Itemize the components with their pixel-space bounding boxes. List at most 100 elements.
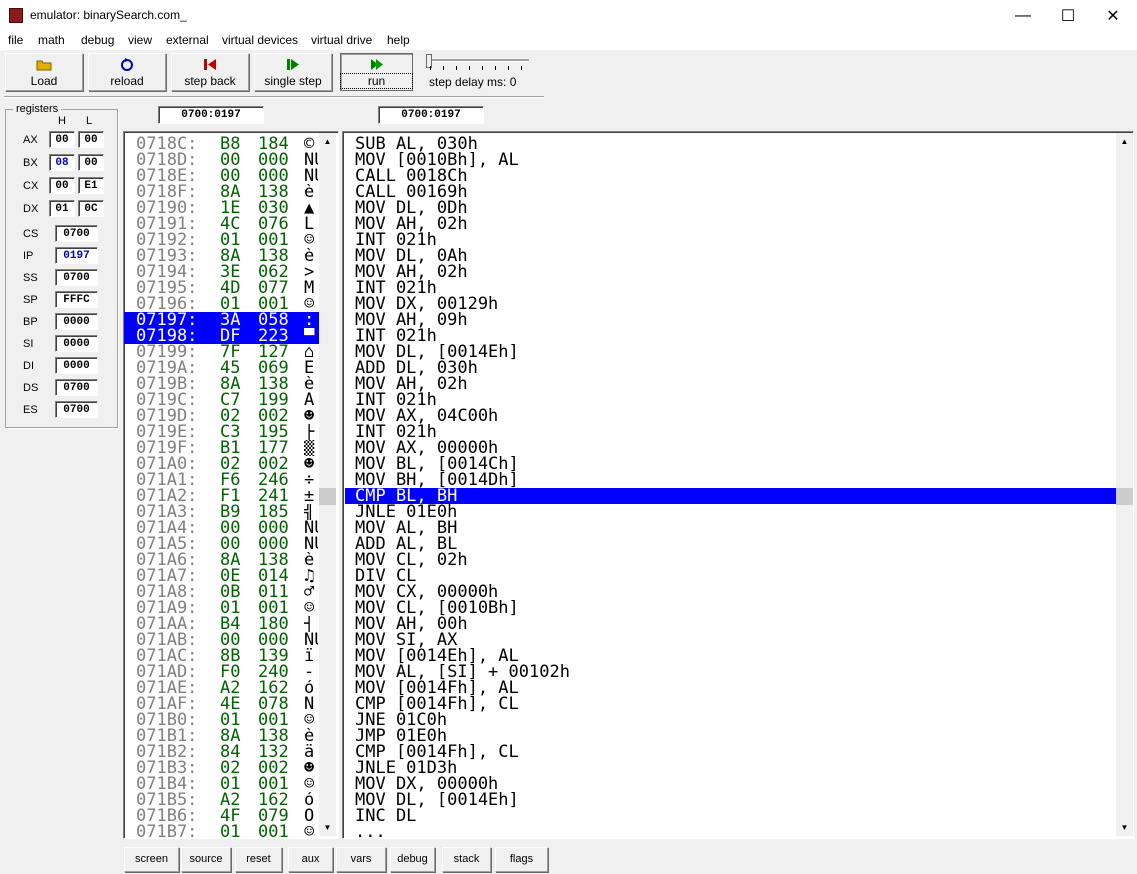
memory-scrollbar[interactable]: ▲ ▼ [319,133,336,836]
menu-virtual-devices[interactable]: virtual devices [222,33,298,47]
memory-char: E [304,360,315,376]
vars-button[interactable]: vars [336,847,386,872]
scroll-up-icon[interactable]: ▲ [1116,133,1133,150]
disassembly-row[interactable]: MOV AL, BH [345,520,1117,537]
scroll-down-icon[interactable]: ▼ [1116,819,1133,836]
memory-char: NU [304,536,318,552]
memory-row[interactable]: 071B7: 01 001 ☺ [124,824,319,839]
scroll-down-icon[interactable]: ▼ [319,819,336,836]
flags-button[interactable]: flags [495,847,548,872]
register-bx-low[interactable]: 00 [78,154,104,171]
memory-char: M [304,280,315,296]
register-es-value[interactable]: 0700 [55,401,98,418]
register-ds-label: DS [23,382,39,394]
register-bp-value[interactable]: 0000 [55,313,98,330]
memory-char: ▒ [304,440,315,456]
minimize-button[interactable]: — [1000,0,1046,31]
disassembly-row[interactable]: CMP [0014Fh], CL [345,744,1117,761]
toolbar-separator [4,96,544,98]
register-di-label: DI [23,360,34,372]
disassembly-row[interactable]: CMP BL, BH [345,488,1117,505]
register-cs-value[interactable]: 0700 [55,225,98,242]
close-button[interactable]: ✕ [1090,0,1136,31]
step-delay-slider[interactable] [429,59,529,62]
load-button[interactable]: Load [5,53,83,91]
register-ds-value[interactable]: 0700 [55,379,98,396]
register-sp-value[interactable]: FFFC [55,291,98,308]
source-button[interactable]: source [181,847,231,872]
memory-char: ÷ [304,472,315,488]
memory-char: ☻ [304,408,315,424]
memory-scrollbar-thumb[interactable] [319,488,336,505]
screen-button[interactable]: screen [124,847,179,872]
scroll-up-icon[interactable]: ▲ [319,133,336,150]
disassembly-row[interactable]: INC DL [345,808,1117,825]
menu-view[interactable]: view [128,33,152,47]
disassembly-row[interactable]: MOV BH, [0014Dh] [345,472,1117,489]
reset-button[interactable]: reset [235,847,282,872]
run-button[interactable]: run [340,53,413,91]
disassembly-listing[interactable]: SUB AL, 030h MOV [0010Bh], AL CALL 0018Ch C… [342,131,1134,839]
maximize-button[interactable]: ☐ [1045,0,1091,31]
disassembly-row[interactable]: CMP [0014Fh], CL [345,696,1117,713]
register-si-value[interactable]: 0000 [55,335,98,352]
slider-tick [443,66,444,70]
memory-char: ☺ [304,600,315,616]
memory-decimal: 001 [258,822,289,839]
aux-button[interactable]: aux [288,847,333,872]
register-cx-low[interactable]: E1 [78,177,104,194]
register-dx-low[interactable]: 0C [78,200,104,217]
disassembly-row[interactable]: MOV CL, 02h [345,552,1117,569]
memory-char: NU [304,520,318,536]
single-step-button[interactable]: single step [254,53,332,91]
memory-address: 071B7: [136,822,198,839]
disassembly-row[interactable]: MOV AX, 04C00h [345,408,1117,425]
register-dx-high[interactable]: 01 [49,200,75,217]
step-delay-slider-thumb[interactable] [426,54,432,68]
register-ax-low[interactable]: 00 [78,131,104,148]
menu-external[interactable]: external [166,33,209,47]
menu-debug[interactable]: debug [81,33,114,47]
memory-char: O [304,808,315,824]
folder-open-icon [6,58,82,71]
step-delay-label: step delay ms: 0 [429,75,517,89]
stack-button[interactable]: stack [442,847,491,872]
disassembly-address-field[interactable]: 0700:0197 [378,106,484,124]
menu-math[interactable]: math [38,33,65,47]
memory-char: ▀ [304,328,315,344]
menu-virtual-drive[interactable]: virtual drive [311,33,372,47]
register-di-value[interactable]: 0000 [55,357,98,374]
disassembly-row[interactable]: MOV AH, 02h [345,216,1117,233]
menu-help[interactable]: help [387,33,410,47]
register-bx-high[interactable]: 08 [49,154,75,171]
register-cx-high[interactable]: 00 [49,177,75,194]
register-ax-high[interactable]: 00 [49,131,75,148]
disassembly-row[interactable]: JNE 01C0h [345,712,1117,729]
disassembly-scrollbar[interactable]: ▲ ▼ [1116,133,1133,836]
disassembly-row[interactable]: MOV AH, 00h [345,616,1117,633]
reload-button[interactable]: reload [88,53,166,91]
disassembly-row[interactable]: JNLE 01E0h [345,504,1117,521]
memory-listing[interactable]: 0718C:B8184©0718D:00000NU0718E:00000NU07… [123,131,339,839]
run-icon [341,58,412,71]
register-ip-value[interactable]: 0197 [55,247,98,264]
low-byte-header: L [86,115,93,127]
disassembly-row[interactable]: ... [345,824,1117,839]
disassembly-row[interactable]: MOV AH, 02h [345,264,1117,281]
register-cx-label: CX [23,180,39,192]
menu-file[interactable]: file [8,33,23,47]
step-back-button[interactable]: step back [171,53,249,91]
slider-tick [508,66,509,70]
disassembly-row[interactable]: MOV DL, [0014Eh] [345,792,1117,809]
register-bp-label: BP [23,316,38,328]
register-ss-value[interactable]: 0700 [55,269,98,286]
memory-char: ó [304,792,315,808]
memory-address-field[interactable]: 0700:0197 [158,106,264,124]
slider-tick [495,66,496,70]
memory-char: : [304,312,315,328]
disassembly-row[interactable]: MOV AH, 02h [345,376,1117,393]
disassembly-scrollbar-thumb[interactable] [1116,488,1133,505]
debug-button[interactable]: debug [390,847,435,872]
disassembly-row[interactable]: MOV AH, 09h [345,312,1117,329]
memory-char: ☺ [304,232,315,248]
